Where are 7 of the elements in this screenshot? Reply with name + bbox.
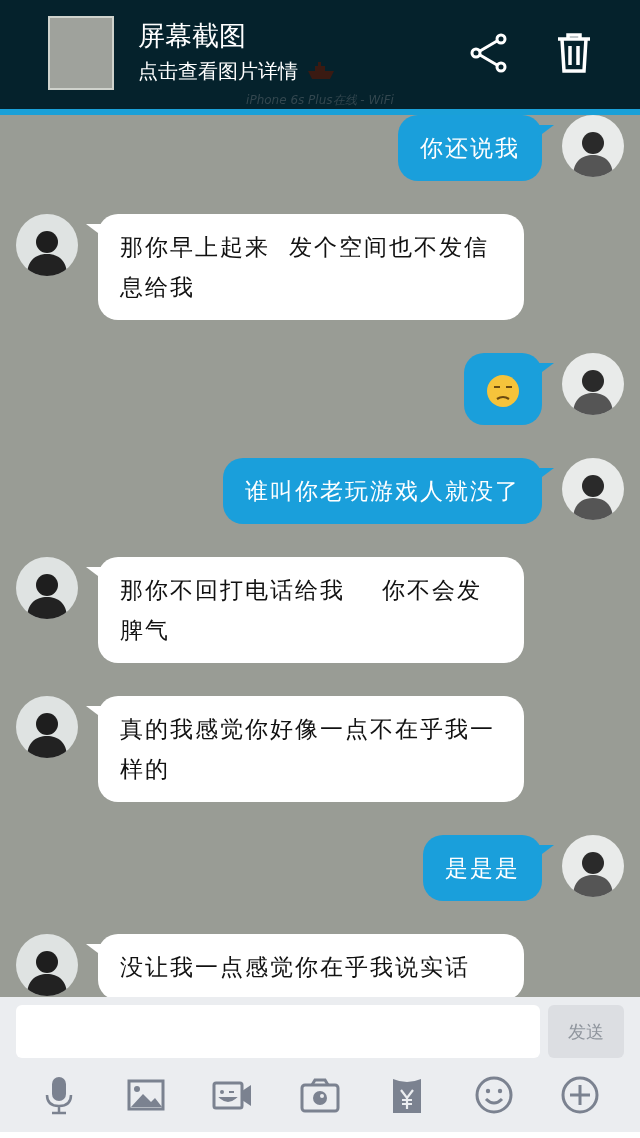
unamused-face-icon xyxy=(486,373,520,408)
notification-subtitle: 点击查看图片详情 xyxy=(138,58,298,86)
thumbnail-image[interactable] xyxy=(48,16,114,90)
notification-title: 屏幕截图 xyxy=(138,19,247,53)
share-icon[interactable] xyxy=(470,33,508,73)
trash-icon[interactable] xyxy=(556,33,592,73)
ship-icon xyxy=(306,61,336,82)
